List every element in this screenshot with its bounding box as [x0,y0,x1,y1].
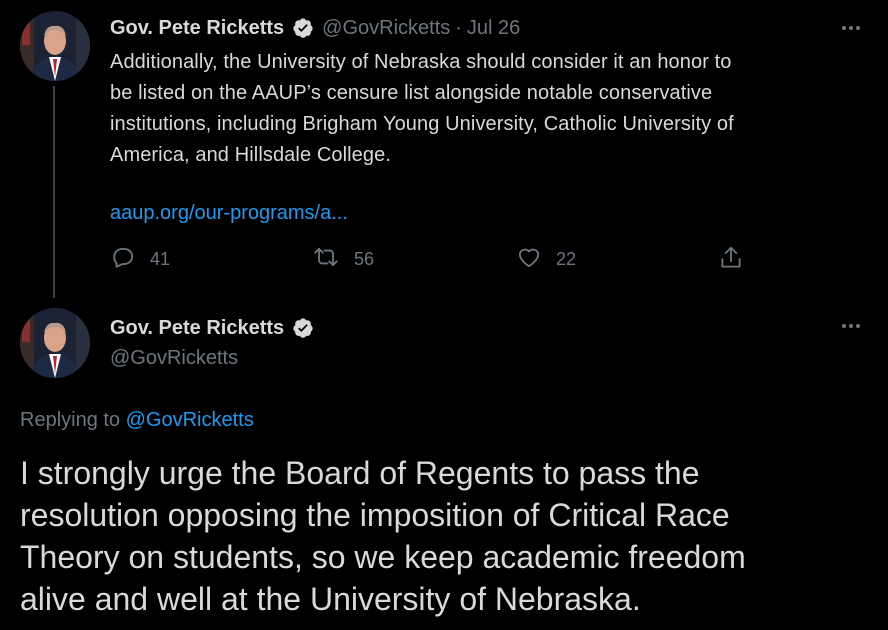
main-tweet-text-line: I strongly urge the Board of Regents to … [20,455,700,491]
replying-mention[interactable]: @GovRicketts [126,409,254,431]
tweet-header: Gov. Pete Ricketts @GovRicketts · Jul 26 [110,16,520,40]
like-button[interactable]: 22 [516,244,576,275]
avatar[interactable] [20,11,90,81]
retweet-icon [312,244,340,275]
display-name[interactable]: Gov. Pete Ricketts [110,316,284,340]
tweet-header: Gov. Pete Ricketts [110,316,322,340]
verified-badge-icon [292,17,314,39]
reply-button[interactable]: 41 [110,244,170,275]
reply-icon [110,244,136,275]
retweet-button[interactable]: 56 [312,244,374,275]
main-tweet-text: I strongly urge the Board of Regents to … [20,452,880,620]
handle[interactable]: @GovRicketts [322,16,450,40]
tweet-text-line: be listed on the AAUP’s censure list alo… [110,82,713,104]
tweet-text-line: institutions, including Brigham Young Un… [110,113,734,135]
share-button[interactable] [718,244,744,277]
replying-to: Replying to @GovRicketts [20,406,254,434]
share-icon [718,244,744,277]
reply-count: 41 [150,249,171,269]
tweet-text-line: America, and Hillsdale College. [110,144,392,166]
tweet-link[interactable]: aaup.org/our-programs/a... [110,200,348,226]
handle[interactable]: @GovRicketts [110,346,238,370]
more-horizontal-icon[interactable] [836,18,866,38]
replying-prefix: Replying to [20,409,121,431]
retweet-count: 56 [354,249,375,269]
main-tweet-text-line: resolution opposing the imposition of Cr… [20,497,730,533]
main-tweet-text-line: alive and well at the University of Nebr… [20,581,641,617]
action-bar: 41 56 22 [0,242,888,274]
separator: · [455,17,462,39]
more-horizontal-icon[interactable] [836,316,866,336]
tweet-text: Additionally, the University of Nebraska… [110,47,870,171]
tweet-date[interactable]: Jul 26 [467,16,520,40]
display-name[interactable]: Gov. Pete Ricketts [110,16,284,40]
tweet-text-line: Additionally, the University of Nebraska… [110,51,732,73]
heart-icon [516,244,542,275]
avatar[interactable] [20,308,90,378]
like-count: 22 [556,249,577,269]
main-tweet-text-line: Theory on students, so we keep academic … [20,539,746,575]
verified-badge-icon [292,317,314,339]
tweet-1[interactable]: Gov. Pete Ricketts @GovRicketts · Jul 26… [0,0,888,300]
